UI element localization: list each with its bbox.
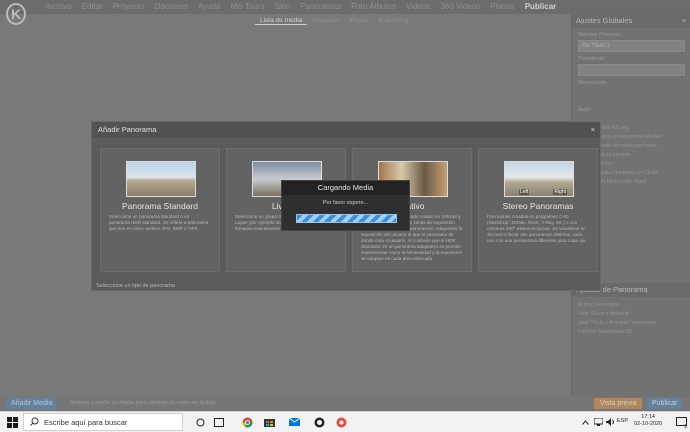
loading-dialog: Cargando Media Por favor espere... bbox=[281, 180, 410, 231]
volume-icon[interactable] bbox=[605, 412, 615, 432]
network-icon[interactable] bbox=[593, 412, 603, 432]
clock-date: 02-10-2020 bbox=[634, 421, 663, 427]
card-description: Seleccione un panorama standard o un pan… bbox=[109, 214, 209, 231]
tray-chevron-icon[interactable] bbox=[580, 412, 590, 432]
clock[interactable]: 17:14 02-10-2020 bbox=[634, 414, 662, 428]
search-icon bbox=[30, 417, 39, 428]
taskbar-search[interactable]: Escribe aquí para buscar bbox=[23, 413, 183, 431]
clock-time: 17:14 bbox=[641, 414, 655, 420]
card-description: Panoramas creados en programas CAD (Sket… bbox=[487, 214, 587, 243]
notification-count: 2 bbox=[684, 424, 687, 430]
notifications-icon[interactable]: 2 bbox=[674, 412, 688, 432]
left-label: Left bbox=[519, 189, 530, 195]
card-panorama-standard[interactable]: Panorama Standard Seleccione un panorama… bbox=[100, 148, 220, 272]
search-placeholder: Escribe aquí para buscar bbox=[44, 418, 128, 427]
3dvista-icon[interactable] bbox=[334, 412, 348, 432]
app-icon[interactable] bbox=[312, 412, 326, 432]
store-icon[interactable] bbox=[262, 412, 276, 432]
mail-icon[interactable] bbox=[287, 412, 301, 432]
language-indicator[interactable]: ESP bbox=[617, 418, 628, 424]
card-stereo-panoramas[interactable]: Left Right Stereo Panoramas Panoramas cr… bbox=[478, 148, 598, 272]
windows-taskbar: Escribe aquí para buscar ESP 17:14 02-10… bbox=[0, 411, 690, 432]
windows-start-icon[interactable] bbox=[3, 412, 21, 432]
panorama-thumbnail: Left Right bbox=[504, 161, 574, 197]
loading-title: Cargando Media bbox=[282, 181, 409, 195]
progress-bar bbox=[296, 214, 397, 223]
dialog-title: Añadir Panorama bbox=[98, 125, 157, 134]
task-view-icon[interactable] bbox=[212, 412, 226, 432]
dialog-footer-hint: Seleccione un tipo de panorama bbox=[96, 283, 175, 289]
panorama-thumbnail bbox=[126, 161, 196, 197]
chrome-icon[interactable] bbox=[240, 412, 254, 432]
task-view-icon[interactable] bbox=[193, 412, 207, 432]
loading-message: Por favor espere... bbox=[322, 200, 369, 206]
close-icon[interactable]: × bbox=[591, 122, 595, 138]
card-title: Panorama Standard bbox=[121, 201, 199, 211]
right-label: Right bbox=[553, 189, 567, 195]
dialog-title-bar: Añadir Panorama × bbox=[92, 122, 600, 138]
card-title: Stereo Panoramas bbox=[502, 201, 574, 211]
